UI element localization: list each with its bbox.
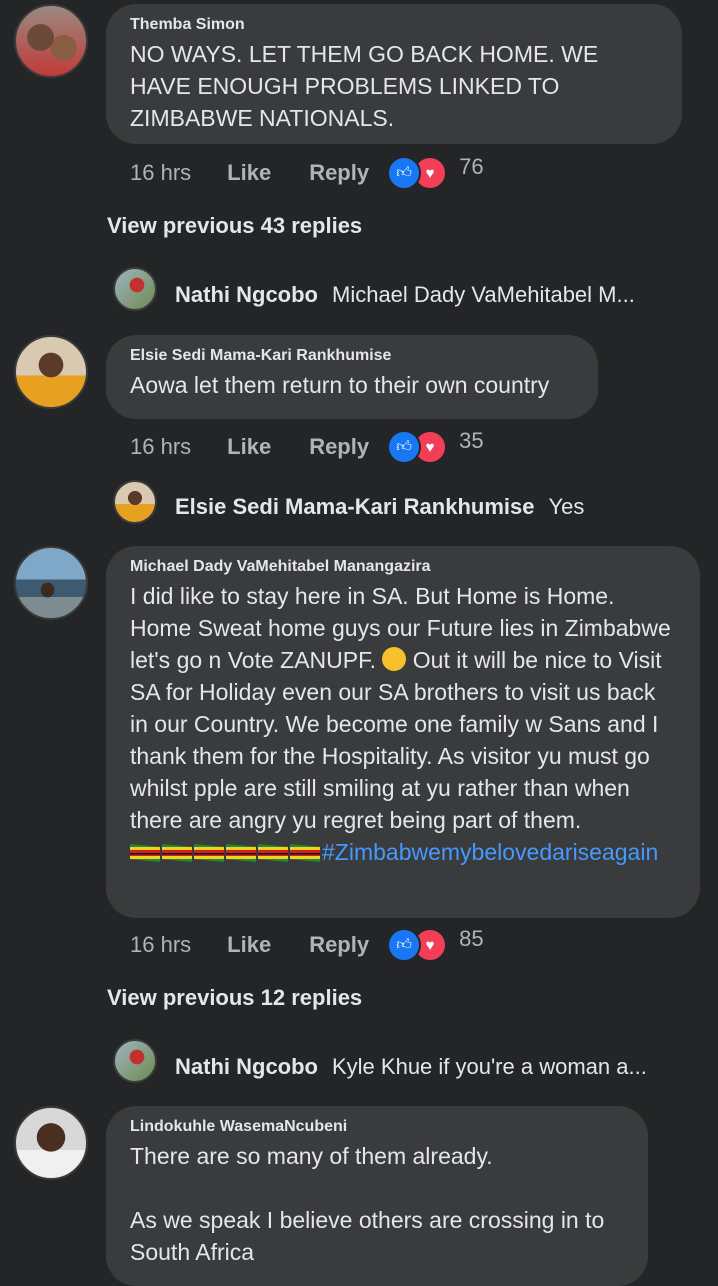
thumbs-up-icon: 👍︎: [387, 928, 422, 962]
reply-preview[interactable]: Nathi Ngcobo Michael Dady VaMehitabel M.…: [175, 282, 635, 308]
comment-bubble: Lindokuhle WasemaNcubeni There are so ma…: [106, 1106, 648, 1286]
thinking-emoji-icon: [382, 647, 407, 671]
zimbabwe-flag-icon: [290, 844, 320, 862]
comment-author[interactable]: Elsie Sedi Mama-Kari Rankhumise: [130, 347, 574, 365]
reactions[interactable]: 👍︎ ♥: [387, 928, 448, 962]
like-button[interactable]: Like: [227, 160, 271, 186]
hashtag-link[interactable]: #Zimbabwemybelovedariseagain: [322, 839, 658, 865]
avatar[interactable]: [113, 480, 157, 524]
comment-text: NO WAYS. LET THEM GO BACK HOME. WE HAVE …: [130, 41, 599, 131]
zimbabwe-flag-icon: [226, 844, 256, 862]
comment-text: I did like to stay here in SA. But Home …: [130, 580, 676, 868]
reaction-count: 85: [459, 926, 484, 951]
reply-button[interactable]: Reply: [309, 160, 369, 186]
avatar[interactable]: [14, 546, 88, 620]
zimbabwe-flag-icon: [258, 844, 288, 862]
timestamp[interactable]: 16 hrs: [130, 160, 191, 186]
comment-text: There are so many of them already. As we…: [130, 1143, 605, 1265]
thumbs-up-icon: 👍︎: [387, 156, 422, 190]
reply-preview[interactable]: Nathi Ngcobo Kyle Khue if you're a woman…: [175, 1054, 647, 1080]
reply-author[interactable]: Elsie Sedi Mama-Kari Rankhumise: [175, 494, 534, 520]
reaction-count: 76: [459, 154, 484, 179]
comment-text-part: Out it will be nice to Visit SA for Holi…: [130, 647, 662, 833]
comment-author[interactable]: Lindokuhle WasemaNcubeni: [130, 1118, 624, 1136]
zimbabwe-flag-icon: [130, 844, 160, 862]
reaction-count: 35: [459, 428, 484, 453]
comment-text: Aowa let them return to their own countr…: [130, 372, 550, 398]
avatar[interactable]: [14, 4, 88, 78]
reply-button[interactable]: Reply: [309, 932, 369, 958]
zimbabwe-flag-icon: [162, 844, 192, 862]
avatar[interactable]: [14, 335, 88, 409]
reactions[interactable]: 👍︎ ♥: [387, 430, 448, 464]
comment-author[interactable]: Themba Simon: [130, 16, 658, 34]
reply-button[interactable]: Reply: [309, 434, 369, 460]
comment-bubble: Themba Simon NO WAYS. LET THEM GO BACK H…: [106, 4, 682, 144]
comment-bubble: Elsie Sedi Mama-Kari Rankhumise Aowa let…: [106, 335, 598, 419]
reactions[interactable]: 👍︎ ♥: [387, 156, 448, 190]
comment-bubble: Michael Dady VaMehitabel Manangazira I d…: [106, 546, 700, 918]
comment-actions: 16 hrs Like Reply 👍︎ ♥ 85: [130, 926, 484, 962]
zimbabwe-flag-icon: [194, 844, 224, 862]
thumbs-up-icon: 👍︎: [387, 430, 422, 464]
timestamp[interactable]: 16 hrs: [130, 434, 191, 460]
like-button[interactable]: Like: [227, 434, 271, 460]
reply-preview[interactable]: Elsie Sedi Mama-Kari Rankhumise Yes: [175, 494, 584, 520]
timestamp[interactable]: 16 hrs: [130, 932, 191, 958]
avatar[interactable]: [113, 1039, 157, 1083]
reply-snippet: Kyle Khue if you're a woman a...: [332, 1054, 647, 1079]
like-button[interactable]: Like: [227, 932, 271, 958]
avatar[interactable]: [14, 1106, 88, 1180]
view-previous-replies[interactable]: View previous 43 replies: [107, 213, 362, 239]
comment-author[interactable]: Michael Dady VaMehitabel Manangazira: [130, 558, 676, 576]
comment-actions: 16 hrs Like Reply 👍︎ ♥ 35: [130, 428, 484, 464]
reply-author[interactable]: Nathi Ngcobo: [175, 282, 318, 308]
view-previous-replies[interactable]: View previous 12 replies: [107, 985, 362, 1011]
comment-actions: 16 hrs Like Reply 👍︎ ♥ 76: [130, 154, 484, 190]
reply-snippet: Yes: [548, 494, 585, 519]
avatar[interactable]: [113, 267, 157, 311]
reply-author[interactable]: Nathi Ngcobo: [175, 1054, 318, 1080]
reply-snippet: Michael Dady VaMehitabel M...: [332, 282, 635, 307]
